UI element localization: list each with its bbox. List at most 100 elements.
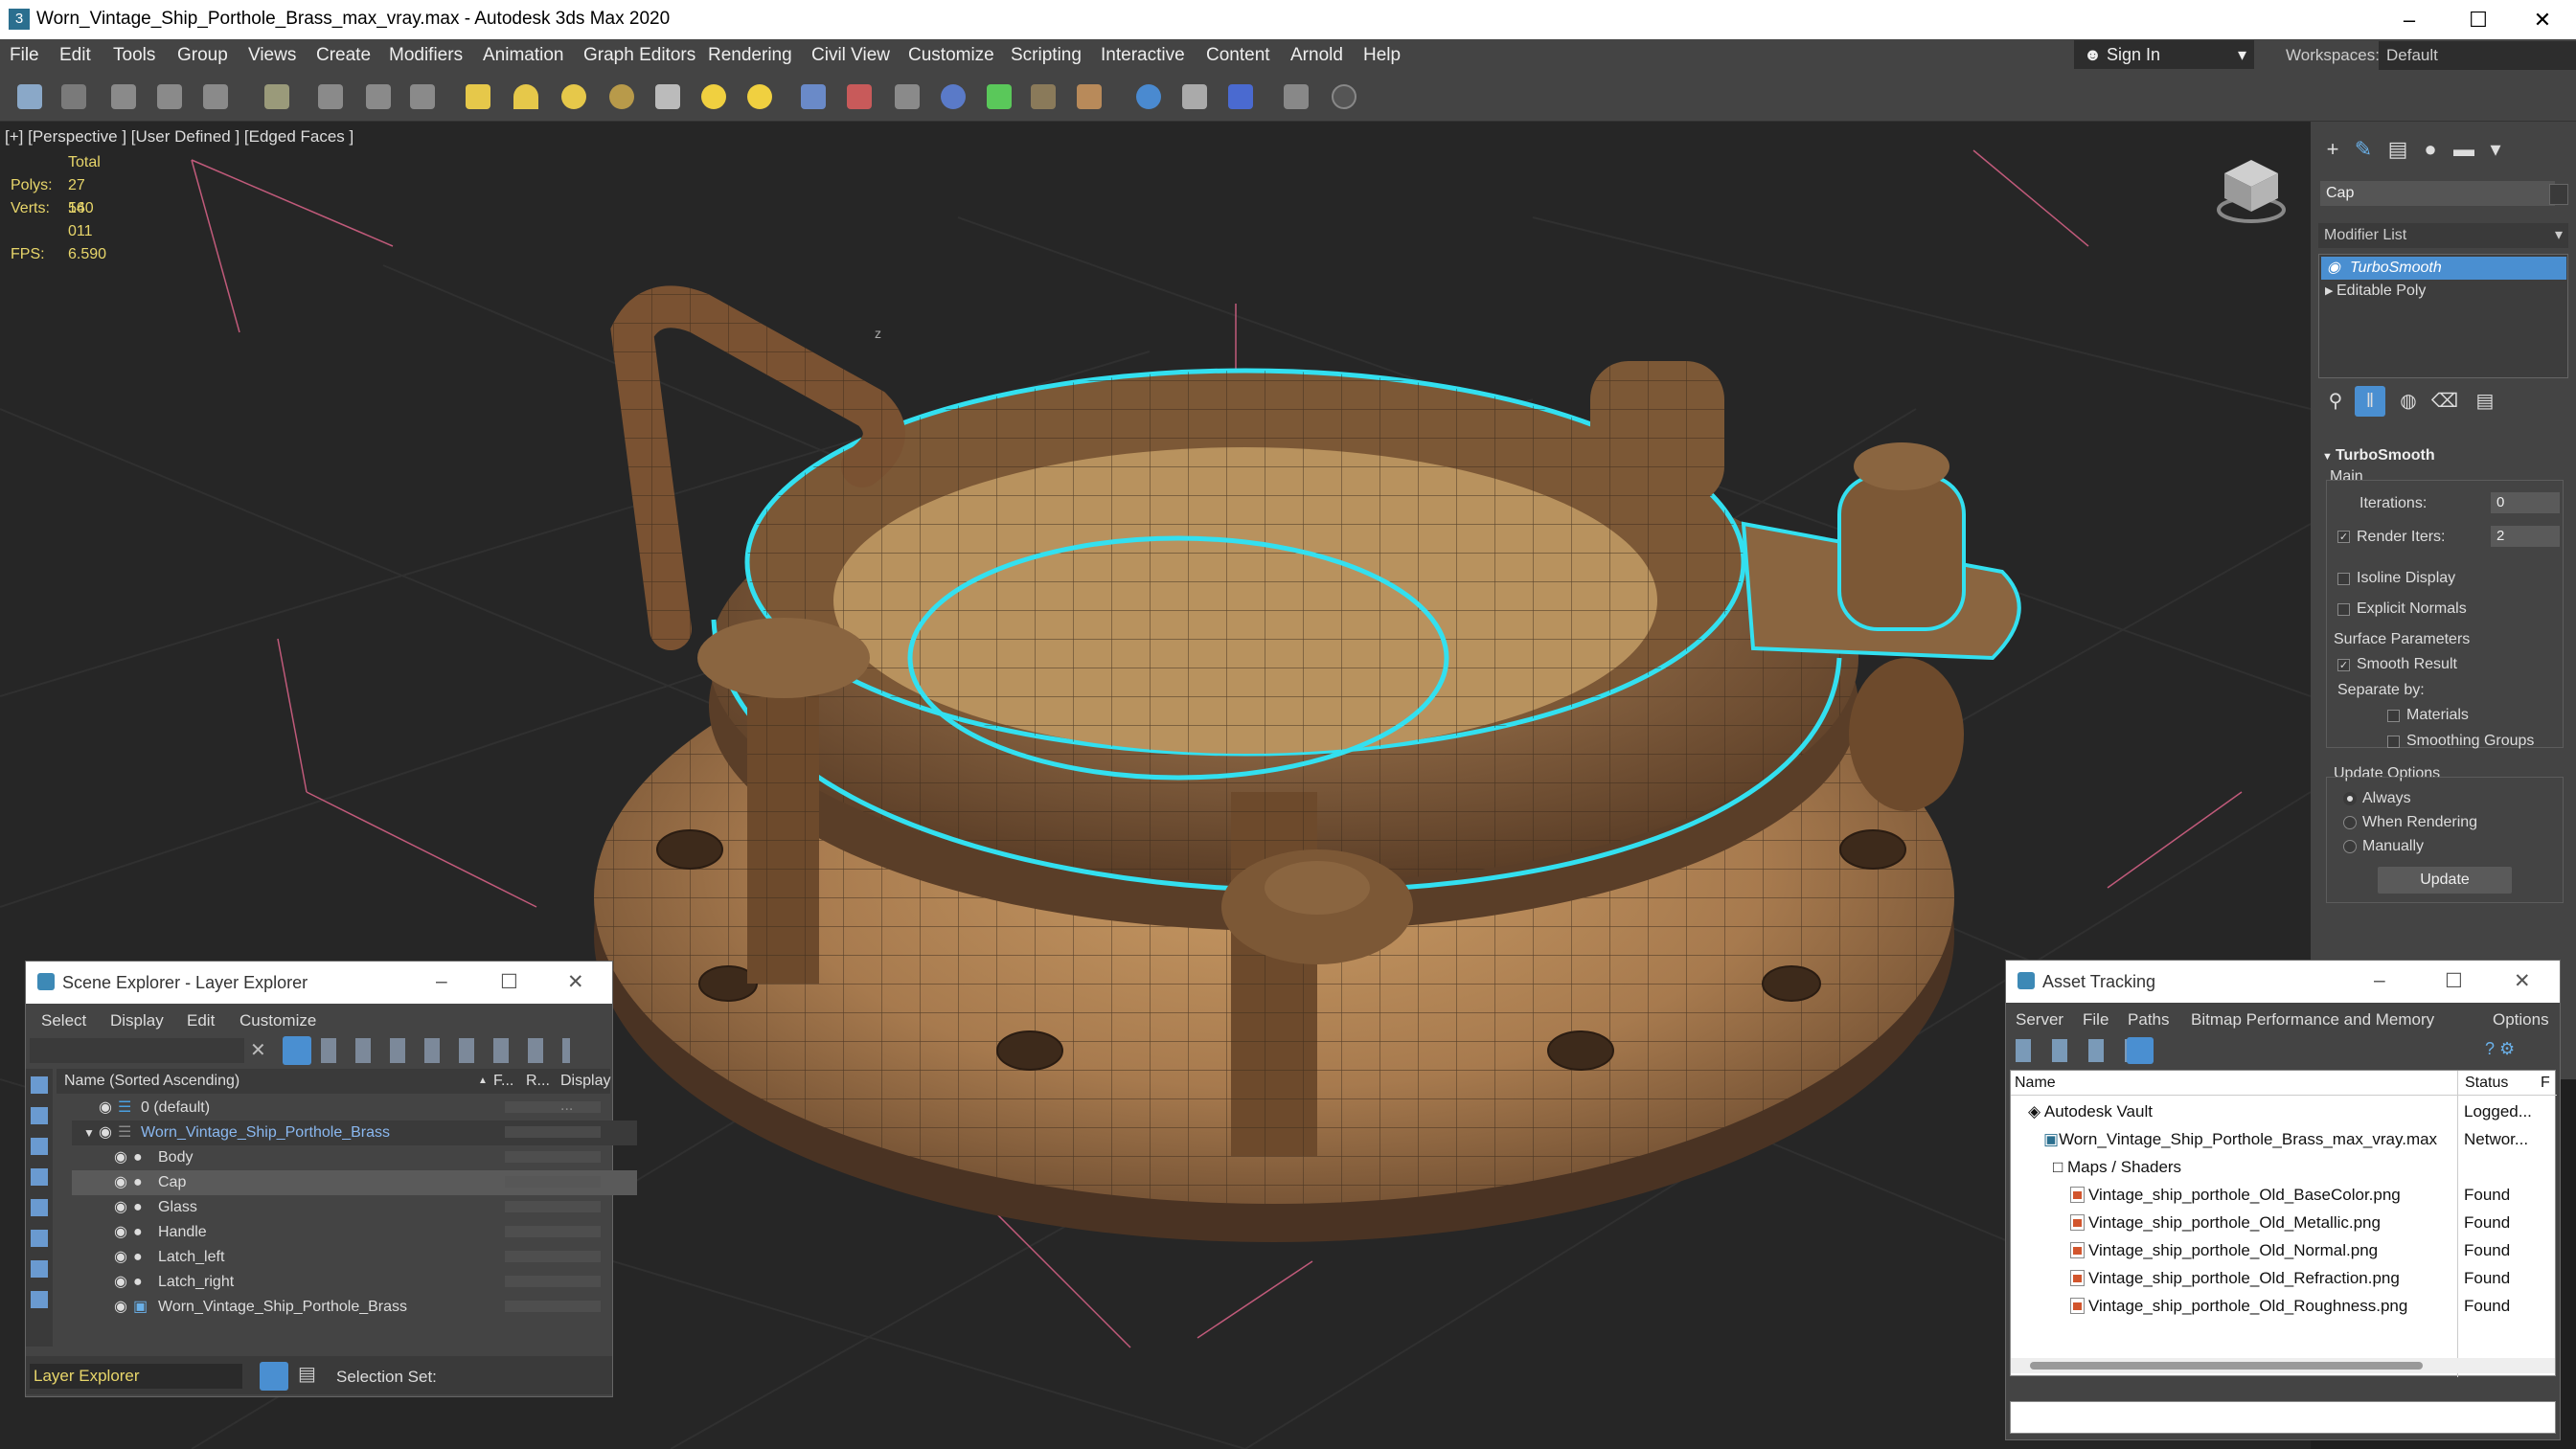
- close-button[interactable]: ✕: [567, 970, 584, 994]
- menu-bitmap-performance[interactable]: Bitmap Performance and Memory: [2191, 1010, 2434, 1030]
- manually-radio[interactable]: [2343, 840, 2357, 853]
- hierarchy-icon[interactable]: ▤: [298, 1362, 323, 1391]
- filter-icon[interactable]: [283, 1036, 311, 1065]
- eye-icon[interactable]: ◉: [2327, 257, 2340, 280]
- schematic-icon[interactable]: [895, 84, 920, 109]
- modifier-list-dropdown[interactable]: Modifier List ▾: [2318, 223, 2568, 248]
- update-button[interactable]: Update: [2378, 867, 2512, 894]
- fur-icon[interactable]: [1031, 84, 1056, 109]
- box-icon[interactable]: [466, 84, 490, 109]
- rollout-title[interactable]: ▼ TurboSmooth: [2322, 447, 2435, 464]
- eye-icon[interactable]: ◉: [99, 1096, 112, 1121]
- cone-icon[interactable]: [655, 84, 680, 109]
- maximize-button[interactable]: ☐: [2445, 969, 2463, 993]
- isoline-display-checkbox[interactable]: [2337, 573, 2350, 585]
- search-input[interactable]: [30, 1038, 244, 1063]
- menu-rendering[interactable]: Rendering: [708, 45, 792, 66]
- eye-icon[interactable]: ◉: [114, 1145, 127, 1170]
- maximize-button[interactable]: ☐: [500, 970, 518, 994]
- unlink-icon[interactable]: [157, 84, 182, 109]
- eye-icon[interactable]: ◉: [114, 1170, 127, 1195]
- explorer-tool-icons[interactable]: [321, 1038, 570, 1063]
- light-icon[interactable]: [701, 84, 726, 109]
- asset-row[interactable]: □ Maps / Shaders: [2015, 1153, 2561, 1181]
- close-button[interactable]: ✕: [2514, 969, 2531, 993]
- scrollbar-thumb[interactable]: [2030, 1362, 2423, 1370]
- eye-icon[interactable]: ◉: [99, 1121, 112, 1145]
- select-object-icon[interactable]: [318, 84, 343, 109]
- object-name-field[interactable]: Cap: [2320, 181, 2555, 206]
- horizontal-scrollbar[interactable]: [2011, 1358, 2555, 1373]
- menu-interactive[interactable]: Interactive: [1101, 45, 1185, 66]
- minimize-button[interactable]: –: [436, 970, 447, 993]
- menu-paths[interactable]: Paths: [2128, 1010, 2169, 1030]
- column-display[interactable]: Display ...: [560, 1069, 610, 1114]
- menu-file[interactable]: File: [2083, 1010, 2109, 1030]
- sun-icon[interactable]: [747, 84, 772, 109]
- iterations-spinner[interactable]: 0: [2491, 492, 2560, 513]
- make-unique-icon[interactable]: ◍: [2393, 386, 2424, 417]
- row-flag-icons[interactable]: [505, 1096, 601, 1320]
- render-frame-icon[interactable]: [1228, 84, 1253, 109]
- explorer-type-select[interactable]: Layer Explorer: [30, 1364, 242, 1389]
- asset-tool-icons[interactable]: [2016, 1039, 2140, 1062]
- hair-icon[interactable]: [1077, 84, 1102, 109]
- layer-explorer-icon[interactable]: [260, 1362, 288, 1391]
- menu-edit[interactable]: Edit: [187, 1011, 215, 1030]
- explicit-normals-checkbox[interactable]: [2337, 603, 2350, 616]
- column-name[interactable]: Name: [2015, 1071, 2056, 1096]
- menu-options[interactable]: Options: [2493, 1010, 2549, 1030]
- render-setup-icon[interactable]: [1182, 84, 1207, 109]
- asset-row[interactable]: Vintage_ship_porthole_Old_Normal.png Foun…: [2015, 1236, 2561, 1264]
- select-by-name-icon[interactable]: [366, 84, 391, 109]
- eye-icon[interactable]: ◉: [114, 1245, 127, 1270]
- motion-tab-icon[interactable]: ●: [2416, 135, 2445, 164]
- sphere-icon[interactable]: [561, 84, 586, 109]
- remove-modifier-icon[interactable]: ⌫: [2429, 386, 2460, 417]
- menu-customize[interactable]: Customize: [908, 45, 994, 66]
- minimize-button[interactable]: –: [2374, 969, 2385, 992]
- object-color-swatch[interactable]: [2549, 184, 2568, 205]
- eye-icon[interactable]: ◉: [114, 1295, 127, 1320]
- eye-icon[interactable]: ◉: [114, 1195, 127, 1220]
- menu-help[interactable]: Help: [1363, 45, 1401, 66]
- viewport-label[interactable]: [+] [Perspective ] [User Defined ] [Edge…: [5, 127, 353, 147]
- asset-row[interactable]: Vintage_ship_porthole_Old_BaseColor.png F…: [2015, 1181, 2561, 1209]
- menu-edit[interactable]: Edit: [59, 45, 91, 66]
- sign-in-dropdown[interactable]: ☻ Sign In ▾: [2074, 40, 2254, 69]
- workspace-select[interactable]: Default: [2379, 41, 2576, 70]
- asset-row[interactable]: Vintage_ship_porthole_Old_Refraction.png…: [2015, 1264, 2561, 1292]
- help-icon[interactable]: ? ⚙: [2485, 1039, 2542, 1062]
- environment-icon[interactable]: [1136, 84, 1161, 109]
- porthole-model[interactable]: z: [594, 285, 2021, 1242]
- always-radio[interactable]: [2343, 792, 2357, 805]
- asset-row[interactable]: Vintage_ship_porthole_Old_Metallic.png Fo…: [2015, 1209, 2561, 1236]
- clear-search-icon[interactable]: ✕: [250, 1038, 266, 1062]
- undo-icon[interactable]: [17, 84, 42, 109]
- maximize-button[interactable]: ☐: [2445, 0, 2512, 39]
- materials-checkbox[interactable]: [2387, 710, 2400, 722]
- when-rendering-radio[interactable]: [2343, 816, 2357, 829]
- minimize-button[interactable]: –: [2376, 0, 2443, 39]
- asset-row[interactable]: ▣Worn_Vintage_Ship_Porthole_Brass_max_vr…: [2015, 1125, 2561, 1153]
- column-name[interactable]: Name (Sorted Ascending): [64, 1069, 239, 1094]
- modify-tab-icon[interactable]: ✎: [2349, 135, 2378, 164]
- menu-modifiers[interactable]: Modifiers: [389, 45, 463, 66]
- configure-sets-icon[interactable]: ▤: [2470, 386, 2500, 417]
- show-end-result-icon[interactable]: ‖: [2355, 386, 2385, 417]
- side-toolbar-icons[interactable]: [31, 1076, 48, 1316]
- menu-customize[interactable]: Customize: [239, 1011, 316, 1030]
- smoothing-groups-checkbox[interactable]: [2387, 736, 2400, 748]
- column-render[interactable]: R...: [526, 1069, 550, 1094]
- column-frozen[interactable]: F...: [493, 1069, 513, 1094]
- pin-stack-icon[interactable]: ⚲: [2320, 386, 2351, 417]
- stack-item-turbosmooth[interactable]: ◉ TurboSmooth: [2321, 257, 2566, 280]
- select-filter-icon[interactable]: [264, 84, 289, 109]
- menu-graph-editors[interactable]: Graph Editors: [583, 45, 695, 66]
- menu-file[interactable]: File: [10, 45, 39, 66]
- menu-server[interactable]: Server: [2016, 1010, 2063, 1030]
- help-icon[interactable]: [1332, 84, 1356, 109]
- redo-icon[interactable]: [61, 84, 86, 109]
- expand-arrow-icon[interactable]: ▼: [83, 1121, 95, 1145]
- hierarchy-tab-icon[interactable]: ▤: [2383, 135, 2412, 164]
